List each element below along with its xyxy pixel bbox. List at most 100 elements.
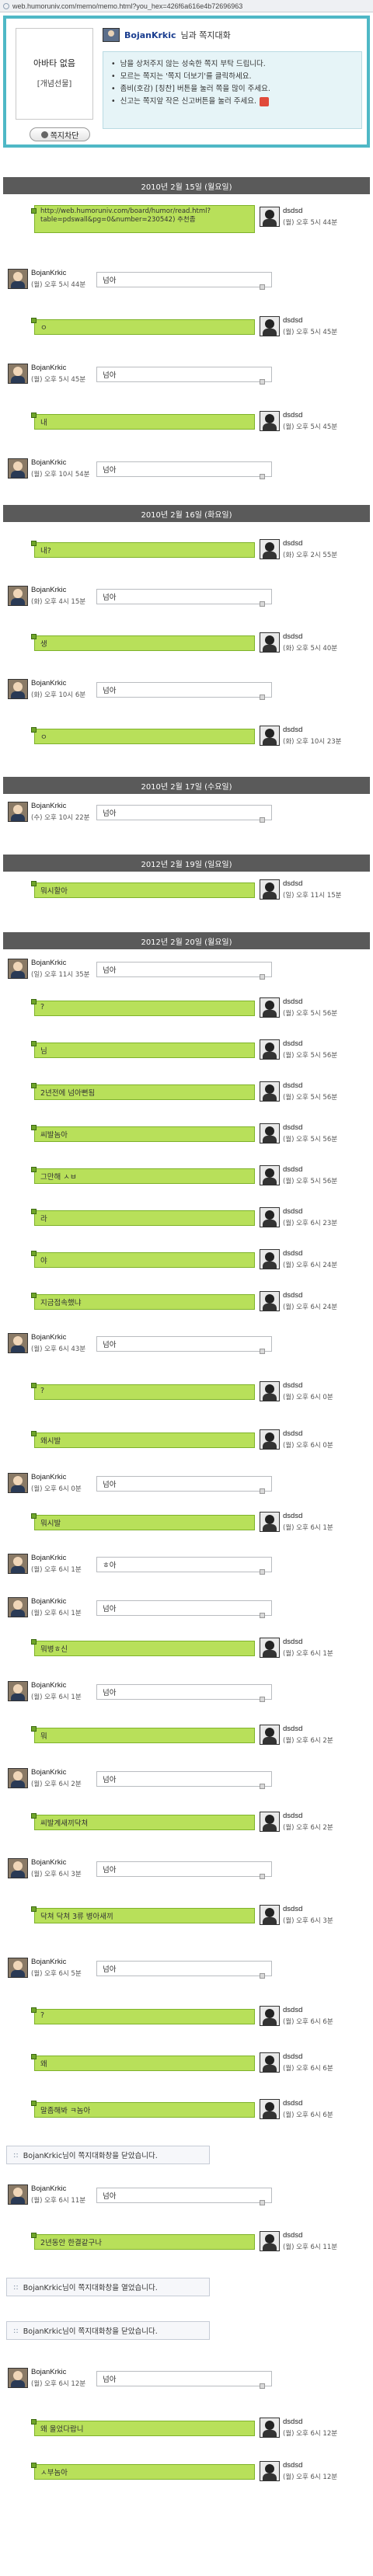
report-button[interactable] bbox=[31, 2101, 37, 2106]
sender-name[interactable]: BojanKrkic bbox=[31, 679, 66, 688]
sender-name[interactable]: dsdsd bbox=[283, 1123, 302, 1132]
sender-name[interactable]: dsdsd bbox=[283, 1905, 302, 1913]
message-bubble[interactable]: 씨발놈아 bbox=[34, 1126, 255, 1142]
sender-name[interactable]: dsdsd bbox=[283, 1381, 302, 1390]
sender-name[interactable]: BojanKrkic bbox=[31, 1554, 66, 1562]
message-bubble[interactable]: ? bbox=[34, 2009, 255, 2024]
user-avatar[interactable] bbox=[260, 997, 280, 1018]
user-avatar[interactable] bbox=[8, 2368, 28, 2388]
message-bubble[interactable]: 2년동안 한결같구나 bbox=[34, 2234, 255, 2250]
sender-name[interactable]: dsdsd bbox=[283, 1249, 302, 1258]
report-button[interactable] bbox=[260, 817, 265, 823]
sender-name[interactable]: dsdsd bbox=[283, 1429, 302, 1438]
user-avatar[interactable] bbox=[260, 2461, 280, 2481]
sender-name[interactable]: dsdsd bbox=[283, 1512, 302, 1520]
sender-name[interactable]: BojanKrkic bbox=[31, 1681, 66, 1690]
message-bubble[interactable]: 넘아 bbox=[96, 589, 272, 604]
report-button[interactable] bbox=[31, 634, 37, 639]
user-avatar[interactable] bbox=[260, 1207, 280, 1227]
block-button[interactable]: 쪽지차단 bbox=[30, 127, 90, 141]
message-bubble[interactable]: 말좀해봐 ㅋ놈아 bbox=[34, 2102, 255, 2118]
message-bubble[interactable]: 내? bbox=[34, 542, 255, 558]
message-bubble[interactable]: ? bbox=[34, 1384, 255, 1400]
user-avatar[interactable] bbox=[260, 316, 280, 336]
user-avatar[interactable] bbox=[260, 879, 280, 900]
message-bubble[interactable]: 뭐시할아 bbox=[34, 882, 255, 898]
sender-name[interactable]: dsdsd bbox=[283, 411, 302, 419]
sender-name[interactable]: dsdsd bbox=[283, 316, 302, 325]
message-bubble[interactable]: 넘아 bbox=[96, 461, 272, 477]
sender-name[interactable]: BojanKrkic bbox=[31, 269, 66, 277]
message-bubble[interactable]: 넘아 bbox=[96, 962, 272, 977]
user-avatar[interactable] bbox=[8, 1681, 28, 1701]
report-button[interactable] bbox=[260, 1874, 265, 1879]
message-bubble[interactable]: 닥쳐 닥쳐 3류 병아새끼 bbox=[34, 1908, 255, 1923]
user-avatar[interactable] bbox=[8, 1858, 28, 1878]
user-avatar[interactable] bbox=[260, 632, 280, 653]
sender-name[interactable]: BojanKrkic bbox=[31, 1333, 66, 1342]
message-bubble[interactable]: 생 bbox=[34, 635, 255, 651]
report-button[interactable] bbox=[31, 2054, 37, 2059]
url-text[interactable]: web.humoruniv.com/memo/memo.html?you_hex… bbox=[12, 2, 242, 10]
report-button[interactable] bbox=[31, 1209, 37, 1214]
sender-name[interactable]: dsdsd bbox=[283, 1725, 302, 1733]
user-avatar[interactable] bbox=[260, 539, 280, 559]
message-bubble[interactable]: 왜시발 bbox=[34, 1432, 255, 1448]
message-bubble[interactable]: 님 bbox=[34, 1043, 255, 1058]
sender-name[interactable]: dsdsd bbox=[283, 2052, 302, 2061]
message-bubble[interactable]: 넘아 bbox=[96, 1961, 272, 1976]
report-button[interactable] bbox=[260, 974, 265, 980]
user-avatar[interactable] bbox=[8, 586, 28, 606]
message-bubble[interactable]: ㅇ bbox=[34, 319, 255, 335]
message-bubble[interactable]: 야 bbox=[34, 1252, 255, 1268]
message-bubble[interactable]: 2년전에 넘아뻔됨 bbox=[34, 1084, 255, 1100]
user-avatar[interactable] bbox=[260, 207, 280, 227]
report-button[interactable] bbox=[31, 1041, 37, 1046]
report-button[interactable] bbox=[31, 1906, 37, 1912]
user-avatar[interactable] bbox=[260, 1039, 280, 1060]
user-avatar[interactable] bbox=[8, 959, 28, 979]
user-avatar[interactable] bbox=[8, 1597, 28, 1617]
user-avatar[interactable] bbox=[260, 2006, 280, 2026]
user-avatar[interactable] bbox=[260, 1081, 280, 1102]
sender-name[interactable]: dsdsd bbox=[283, 1638, 302, 1646]
report-button[interactable] bbox=[260, 2383, 265, 2389]
user-avatar[interactable] bbox=[8, 1958, 28, 1978]
conversation-username[interactable]: BojanKrkic bbox=[124, 30, 176, 40]
report-button[interactable] bbox=[31, 1383, 37, 1388]
sender-name[interactable]: dsdsd bbox=[283, 1165, 302, 1174]
user-avatar[interactable] bbox=[260, 1725, 280, 1745]
report-button[interactable] bbox=[260, 694, 265, 700]
user-avatar[interactable] bbox=[8, 269, 28, 289]
report-button[interactable] bbox=[31, 727, 37, 733]
report-button[interactable] bbox=[31, 1167, 37, 1172]
user-avatar[interactable] bbox=[260, 411, 280, 431]
message-bubble[interactable]: 씨발계새끼닥쳐 bbox=[34, 1815, 255, 1830]
report-button[interactable] bbox=[31, 1639, 37, 1645]
report-button[interactable] bbox=[31, 2419, 37, 2425]
message-bubble[interactable]: 넘아 bbox=[96, 1476, 272, 1492]
message-bubble[interactable]: 뭐시발 bbox=[34, 1515, 255, 1530]
report-button[interactable] bbox=[31, 2463, 37, 2468]
message-bubble[interactable]: 뭐 bbox=[34, 1728, 255, 1743]
sender-name[interactable]: dsdsd bbox=[283, 2231, 302, 2240]
address-bar[interactable]: web.humoruniv.com/memo/memo.html?you_hex… bbox=[0, 0, 373, 12]
message-bubble[interactable]: ㅅ부놈아 bbox=[34, 2464, 255, 2480]
user-avatar[interactable] bbox=[8, 802, 28, 822]
message-bubble[interactable]: ㅎ아 bbox=[96, 1557, 272, 1572]
message-bubble[interactable]: 왜 울었다랍니 bbox=[34, 2421, 255, 2436]
sender-name[interactable]: dsdsd bbox=[283, 997, 302, 1006]
message-bubble[interactable]: 왜 bbox=[34, 2056, 255, 2071]
user-avatar[interactable] bbox=[260, 1249, 280, 1269]
sender-name[interactable]: BojanKrkic bbox=[31, 364, 66, 372]
message-bubble[interactable]: 넘아 bbox=[96, 367, 272, 382]
message-bubble[interactable]: 지금접속했냐 bbox=[34, 1294, 255, 1310]
message-bubble[interactable]: 넘아 bbox=[96, 2371, 272, 2386]
message-bubble[interactable]: ? bbox=[34, 1001, 255, 1016]
report-button[interactable] bbox=[31, 541, 37, 546]
report-button[interactable] bbox=[260, 1784, 265, 1789]
sender-name[interactable]: BojanKrkic bbox=[31, 1473, 66, 1481]
user-avatar[interactable] bbox=[260, 1429, 280, 1450]
report-button[interactable] bbox=[31, 1431, 37, 1436]
user-avatar[interactable] bbox=[260, 1291, 280, 1311]
